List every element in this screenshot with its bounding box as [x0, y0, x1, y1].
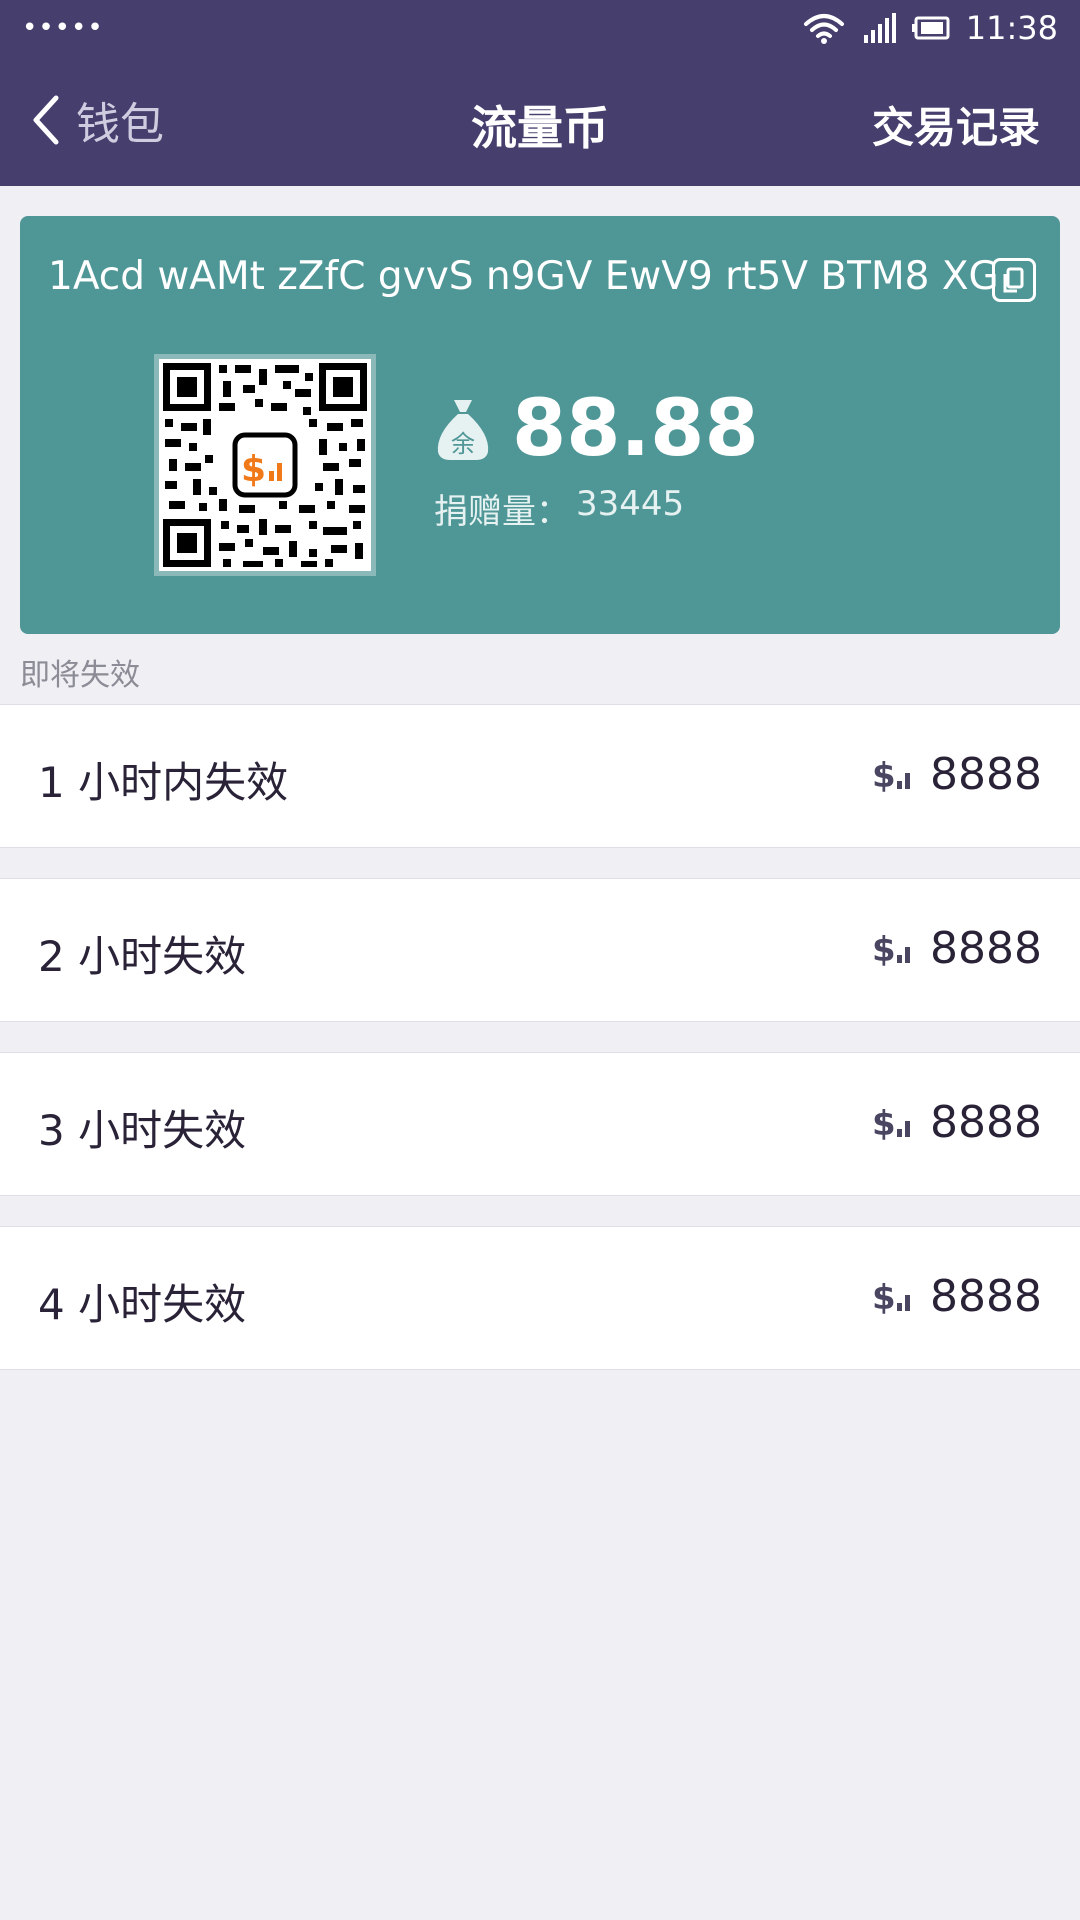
balance-row: 余 88.88 — [434, 384, 759, 474]
traffic-coin-icon: $ — [872, 756, 911, 795]
svg-text:$: $ — [872, 1278, 896, 1317]
expiry-label: 2 小时失效 — [38, 932, 247, 981]
wallet-card: 1Acd wAMt zZfC gvvS n9GV EwV9 rt5V BTM8 … — [20, 216, 1060, 634]
expiry-row[interactable]: 4 小时失效 $ 8888 — [0, 1226, 1080, 1370]
donation-info: 捐赠量： 33445 — [434, 484, 684, 533]
wifi-icon — [803, 14, 844, 44]
status-right: 11:38 — [802, 6, 1058, 50]
expiry-amount: $ 8888 — [872, 1097, 1042, 1148]
balance-badge: 余 — [451, 430, 475, 458]
wallet-qr-code: $ — [154, 354, 376, 576]
amount-value: 8888 — [930, 923, 1042, 974]
copy-address-button[interactable] — [992, 258, 1036, 302]
svg-text:$: $ — [241, 449, 266, 490]
traffic-coin-icon: $ — [872, 1104, 911, 1143]
amount-value: 8888 — [930, 1097, 1042, 1148]
balance-value: 88.88 — [512, 384, 759, 474]
qr-code-icon: $ — [163, 363, 367, 567]
traffic-coin-icon: $ — [872, 930, 911, 969]
battery-icon — [911, 16, 950, 40]
transaction-history-link[interactable]: 交易记录 — [872, 94, 1040, 155]
expiry-label: 4 小时失效 — [38, 1280, 247, 1329]
traffic-coin-icon: $ — [872, 1278, 911, 1317]
svg-text:$: $ — [872, 756, 896, 795]
section-label-expiring: 即将失效 — [20, 658, 140, 693]
expiry-row[interactable]: 3 小时失效 $ 8888 — [0, 1052, 1080, 1196]
expiry-row[interactable]: 2 小时失效 $ 8888 — [0, 878, 1080, 1022]
svg-text:$: $ — [872, 930, 896, 969]
expiry-label: 3 小时失效 — [38, 1106, 247, 1155]
expiry-amount: $ 8888 — [872, 923, 1042, 974]
svg-text:$: $ — [872, 1104, 896, 1143]
expiry-amount: $ 8888 — [872, 1271, 1042, 1322]
status-bar: ••••• 11:38 — [0, 0, 1080, 54]
carrier-signal-dots: ••••• — [22, 13, 104, 43]
money-bag-icon: 余 — [437, 400, 489, 460]
clock-time: 11:38 — [965, 9, 1058, 47]
wallet-address: 1Acd wAMt zZfC gvvS n9GV EwV9 rt5V BTM8 … — [48, 254, 999, 299]
header-bar: ••••• 11:38 钱包 流量币 交易记录 — [0, 0, 1080, 186]
expiry-row[interactable]: 1 小时内失效 $ 8888 — [0, 704, 1080, 848]
amount-value: 8888 — [930, 749, 1042, 800]
cellular-signal-icon — [863, 13, 896, 43]
amount-value: 8888 — [930, 1271, 1042, 1322]
donation-value: 33445 — [576, 484, 685, 524]
expiry-label: 1 小时内失效 — [38, 758, 289, 807]
navigation-bar: 钱包 流量币 交易记录 — [0, 54, 1080, 186]
donation-label: 捐赠量： — [434, 492, 570, 532]
expiry-amount: $ 8888 — [872, 749, 1042, 800]
copy-icon — [1003, 267, 1024, 293]
